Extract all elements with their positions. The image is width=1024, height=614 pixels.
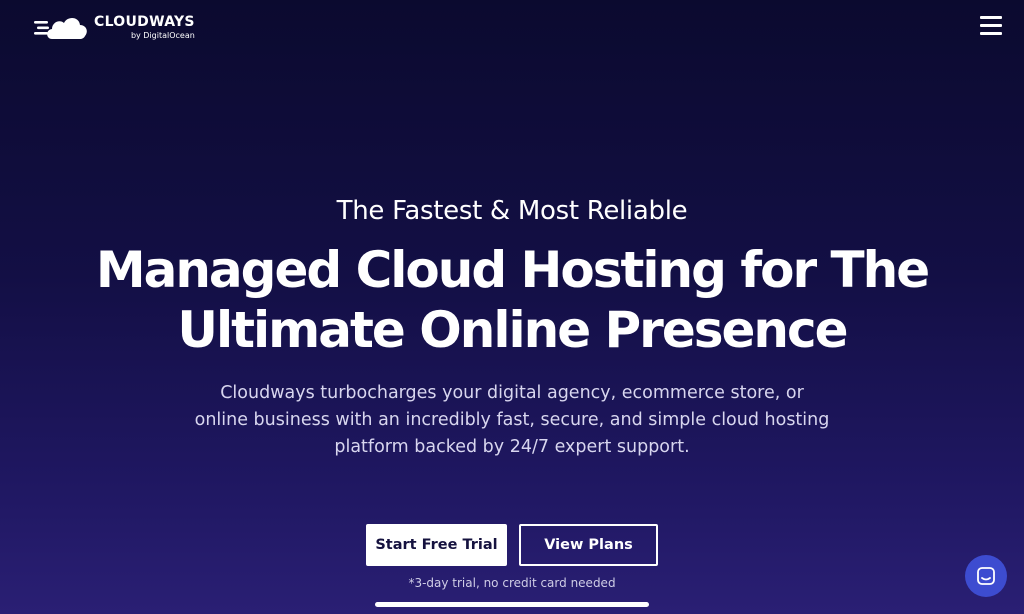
logo-subtitle: by DigitalOcean <box>130 30 195 40</box>
chat-icon <box>977 567 995 585</box>
hero-headline: Managed Cloud Hosting for The Ultimate O… <box>62 240 962 360</box>
hamburger-menu-icon[interactable] <box>980 16 1002 36</box>
view-plans-button[interactable]: View Plans <box>519 524 658 566</box>
cloud-logo-icon <box>34 17 87 39</box>
headline-line-2: Ultimate Online Presence <box>177 301 848 359</box>
menu-line-middle <box>980 24 1002 27</box>
logo-wordmark: CLOUDWAYS by DigitalOcean <box>94 15 195 40</box>
logo-name: CLOUDWAYS <box>94 13 195 30</box>
chat-launcher-button[interactable] <box>965 555 1007 597</box>
hero-section: The Fastest & Most Reliable Managed Clou… <box>0 196 1024 461</box>
scroll-indicator <box>375 602 649 607</box>
headline-line-1: Managed Cloud Hosting for The <box>95 241 930 299</box>
hero-description: Cloudways turbocharges your digital agen… <box>194 383 830 457</box>
cloudways-logo[interactable]: CLOUDWAYS by DigitalOcean <box>34 12 195 42</box>
trial-note: *3-day trial, no credit card needed <box>408 576 616 590</box>
menu-line-top <box>980 16 1002 19</box>
cta-buttons: Start Free Trial View Plans <box>0 524 1024 566</box>
start-free-trial-button[interactable]: Start Free Trial <box>366 524 507 566</box>
hero-eyebrow: The Fastest & Most Reliable <box>336 196 688 226</box>
top-navigation: CLOUDWAYS by DigitalOcean <box>0 0 1024 60</box>
menu-line-bottom <box>980 32 1002 35</box>
